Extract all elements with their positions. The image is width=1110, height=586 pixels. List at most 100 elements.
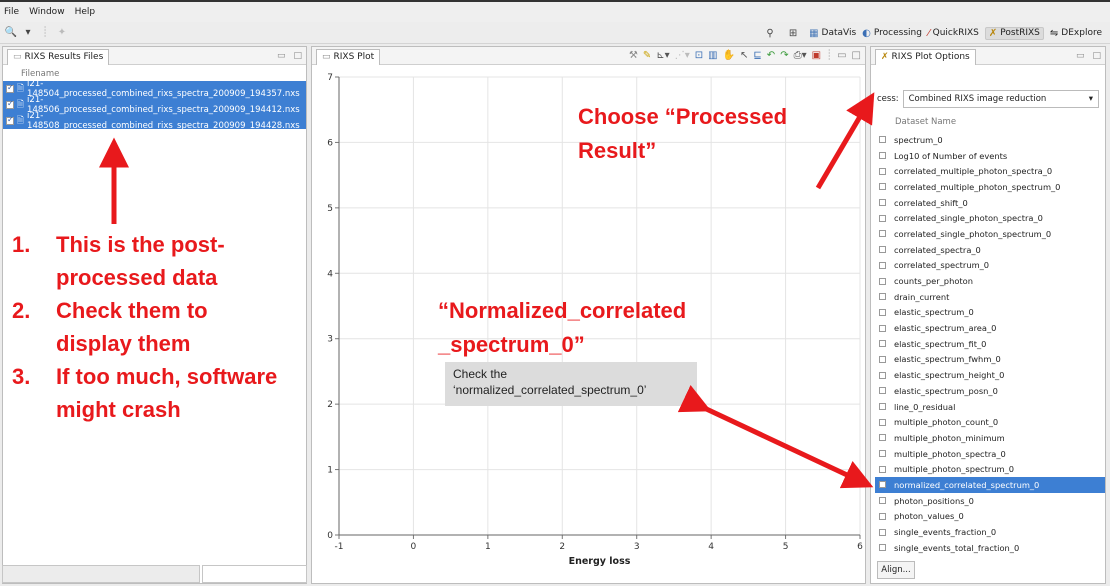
dataset-checkbox[interactable] (879, 136, 886, 144)
menu-file[interactable]: File (4, 7, 19, 17)
perspective-postrixs[interactable]: ✗ PostRIXS (984, 26, 1044, 40)
print-icon[interactable]: ⎙▾ (794, 50, 807, 61)
open-perspective-icon[interactable]: ⊞ (786, 26, 800, 40)
dataset-item[interactable]: single_events_fraction_0 (875, 524, 1105, 540)
disabled-tool-icon[interactable]: ✦ (55, 26, 69, 40)
dataset-item[interactable]: photon_values_0 (875, 509, 1105, 525)
dataset-item[interactable]: normalized_correlated_spectrum_0 (875, 477, 1105, 493)
minimize-icon[interactable]: ▭ (1076, 51, 1085, 61)
dataset-checkbox[interactable] (879, 167, 886, 175)
dataset-item[interactable]: multiple_photon_spectra_0 (875, 446, 1105, 462)
dataset-item[interactable]: photon_positions_0 (875, 493, 1105, 509)
dataset-checkbox[interactable] (879, 528, 886, 536)
maximize-icon[interactable]: □ (1092, 51, 1101, 61)
dataset-checkbox[interactable] (879, 544, 886, 552)
edit-icon[interactable]: ✎ (643, 50, 651, 61)
dataset-checkbox[interactable] (879, 512, 886, 520)
dataset-checkbox[interactable] (879, 152, 886, 160)
dataset-checkbox[interactable] (879, 261, 886, 269)
dataset-item[interactable]: line_0_residual (875, 399, 1105, 415)
line-style-icon[interactable]: ⋰▾ (675, 50, 690, 61)
dataset-checkbox[interactable] (879, 387, 886, 395)
fit-icon[interactable]: ⊑ (753, 50, 761, 61)
x-tick-label: 3 (634, 542, 640, 552)
dataset-item[interactable]: elastic_spectrum_fit_0 (875, 336, 1105, 352)
pointer-icon[interactable]: ↖ (740, 50, 748, 61)
dataset-item[interactable]: correlated_shift_0 (875, 195, 1105, 211)
dataset-checkbox[interactable] (879, 308, 886, 316)
dataset-column-header[interactable]: Dataset Name (895, 117, 956, 127)
dataset-item[interactable]: counts_per_photon (875, 273, 1105, 289)
perspective-dexplore[interactable]: ⇋ DExplore (1050, 28, 1102, 39)
dataset-item[interactable]: multiple_photon_spectrum_0 (875, 461, 1105, 477)
dataset-item[interactable]: correlated_multiple_photon_spectra_0 (875, 163, 1105, 179)
perspective-processing[interactable]: ◐ Processing (862, 28, 922, 39)
redo-icon[interactable]: ↷ (780, 50, 788, 61)
minimize-icon[interactable]: ▭ (837, 50, 846, 61)
dataset-checkbox[interactable] (879, 418, 886, 426)
dataset-checkbox[interactable] (879, 465, 886, 473)
checkbox-checked[interactable] (6, 115, 14, 125)
process-dropdown[interactable]: Combined RIXS image reduction ▾ (902, 90, 1099, 108)
dataset-checkbox[interactable] (879, 246, 886, 254)
toolbar-separator-icon: ┊ (41, 27, 49, 38)
dataset-item[interactable]: elastic_spectrum_posn_0 (875, 383, 1105, 399)
tab-rixs-plot[interactable]: ▭ RIXS Plot (316, 48, 381, 65)
dataset-item[interactable]: correlated_single_photon_spectrum_0 (875, 226, 1105, 242)
file-row[interactable]: 🗎i21-148508_processed_combined_rixs_spec… (3, 111, 306, 131)
zoom-icon[interactable]: ⊡ (695, 50, 703, 61)
dataset-checkbox[interactable] (879, 293, 886, 301)
dataset-item[interactable]: elastic_spectrum_fwhm_0 (875, 352, 1105, 368)
align-button[interactable]: Align... (877, 561, 915, 579)
search-icon[interactable]: ⚲ (763, 26, 777, 40)
dataset-checkbox[interactable] (879, 434, 886, 442)
menu-help[interactable]: Help (75, 7, 96, 17)
axis-options-icon[interactable]: ⊾▾ (656, 50, 669, 61)
dataset-checkbox[interactable] (879, 340, 886, 348)
search-wizard-icon[interactable]: 🔍 (4, 26, 18, 40)
dataset-checkbox[interactable] (879, 450, 886, 458)
dataset-checkbox[interactable] (879, 199, 886, 207)
checkbox-checked[interactable] (6, 99, 14, 109)
undo-icon[interactable]: ↶ (767, 50, 775, 61)
dataset-checkbox[interactable] (879, 355, 886, 363)
dropdown-arrow-icon[interactable]: ▾ (21, 26, 35, 40)
dataset-item[interactable]: correlated_spectrum_0 (875, 258, 1105, 274)
dataset-item[interactable]: multiple_photon_minimum (875, 430, 1105, 446)
tab-rixs-plot-options[interactable]: ✗ RIXS Plot Options (875, 48, 976, 65)
dataset-checkbox[interactable] (879, 230, 886, 238)
menu-window[interactable]: Window (29, 7, 65, 17)
dataset-item[interactable]: correlated_single_photon_spectra_0 (875, 210, 1105, 226)
pan-icon[interactable]: ✋ (723, 50, 735, 61)
dataset-item[interactable]: single_events_total_fraction_0 (875, 540, 1105, 556)
tools-icon[interactable]: ⚒ (629, 50, 638, 61)
dataset-item[interactable]: drain_current (875, 289, 1105, 305)
dataset-item[interactable]: Log10 of Number of events (875, 148, 1105, 164)
maximize-icon[interactable]: □ (293, 51, 302, 61)
export-icon[interactable]: ▣ (812, 50, 821, 61)
dataset-item[interactable]: spectrum_0 (875, 132, 1105, 148)
region-icon[interactable]: ▥ (708, 50, 717, 61)
dataset-checkbox[interactable] (879, 183, 886, 191)
dataset-item[interactable]: correlated_multiple_photon_spectrum_0 (875, 179, 1105, 195)
tab-rixs-results-files[interactable]: ▭ RIXS Results Files (7, 48, 110, 65)
minimize-icon[interactable]: ▭ (277, 51, 286, 61)
maximize-icon[interactable]: □ (852, 50, 861, 61)
dataset-checkbox[interactable] (879, 481, 886, 489)
perspective-datavis[interactable]: ▦ DataVis (809, 28, 856, 39)
dataset-checkbox[interactable] (879, 371, 886, 379)
perspective-quickrixs[interactable]: ⁄ QuickRIXS (928, 28, 979, 39)
dataset-checkbox[interactable] (879, 214, 886, 222)
dataset-checkbox[interactable] (879, 277, 886, 285)
dataset-item[interactable]: elastic_spectrum_area_0 (875, 320, 1105, 336)
instruction-line: 2. Check them to (12, 294, 332, 327)
dataset-item[interactable]: correlated_spectra_0 (875, 242, 1105, 258)
dataset-checkbox[interactable] (879, 497, 886, 505)
dataset-checkbox[interactable] (879, 403, 886, 411)
dataset-item[interactable]: elastic_spectrum_height_0 (875, 367, 1105, 383)
dataset-checkbox[interactable] (879, 324, 886, 332)
dataset-item[interactable]: elastic_spectrum_0 (875, 305, 1105, 321)
checkbox-checked[interactable] (6, 83, 14, 93)
process-label: cess: (877, 94, 899, 104)
dataset-item[interactable]: multiple_photon_count_0 (875, 414, 1105, 430)
